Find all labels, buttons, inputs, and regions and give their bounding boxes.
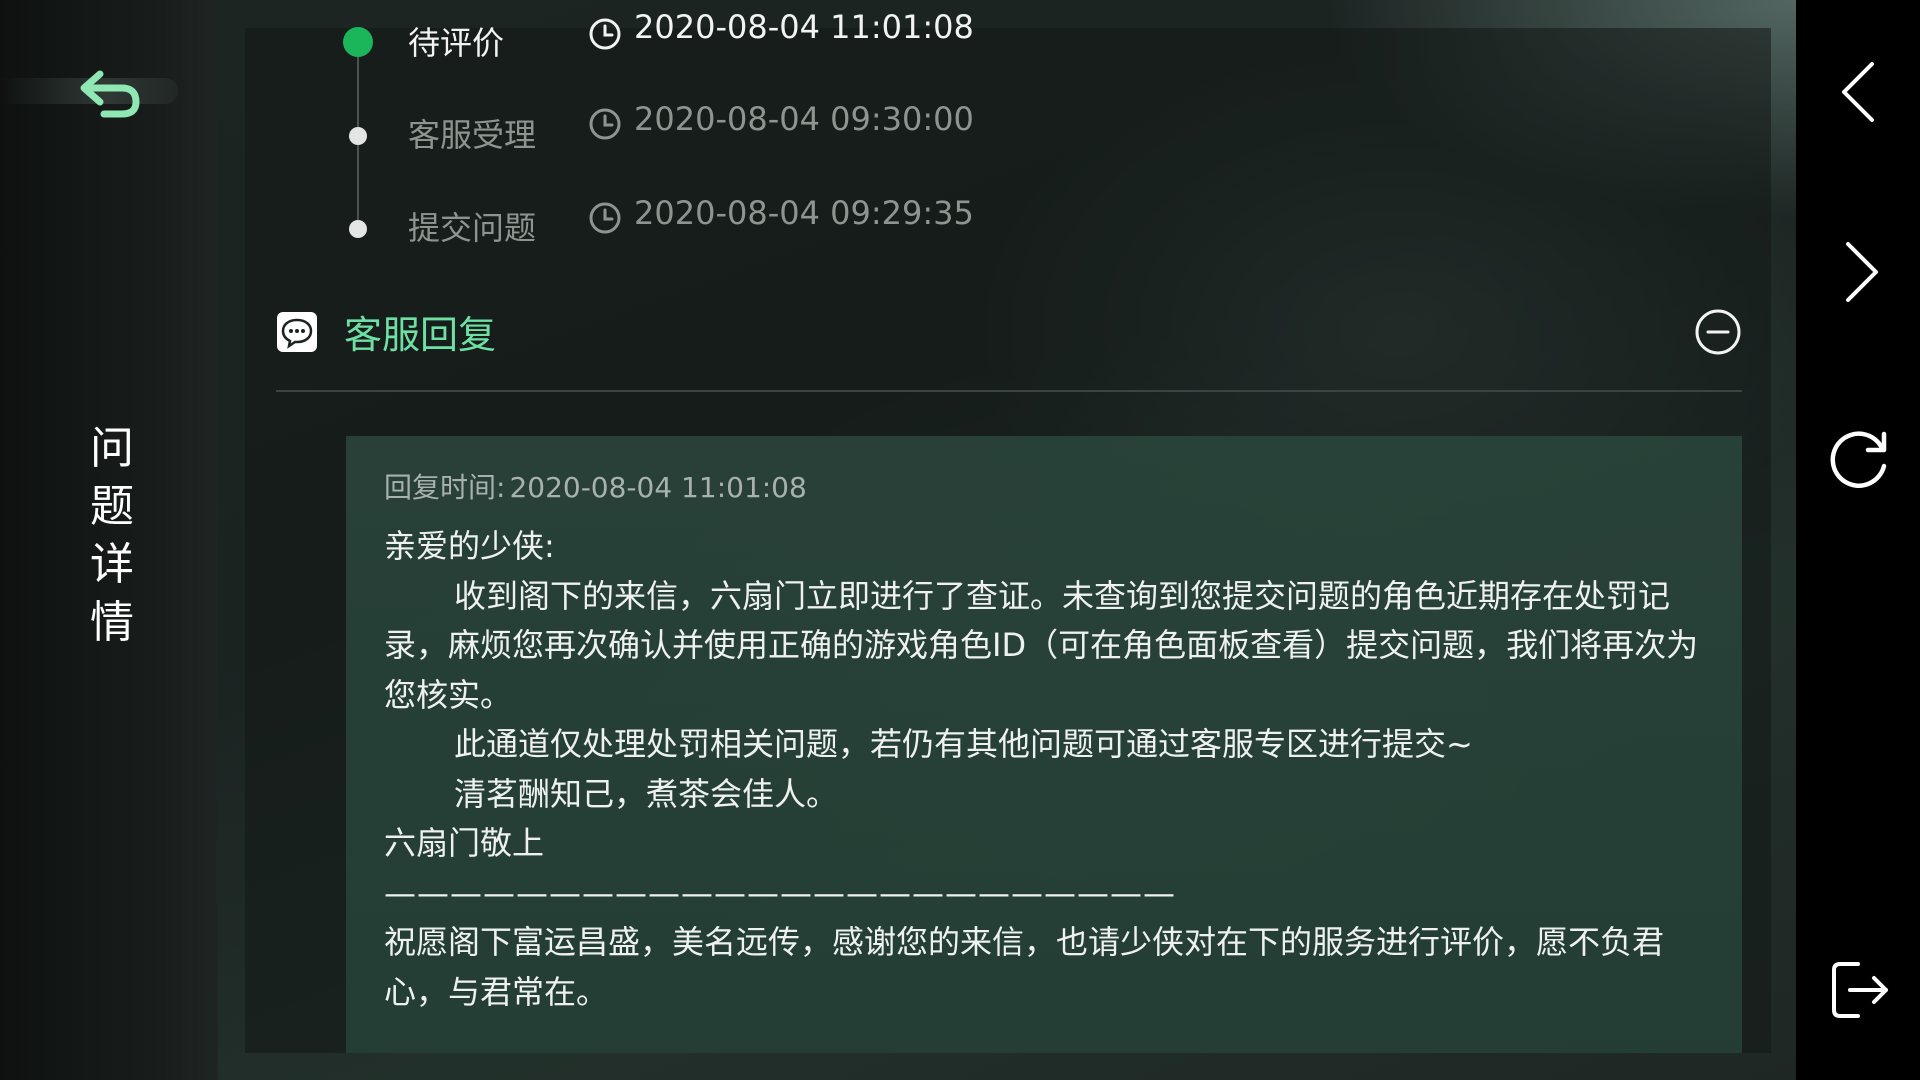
reply-greeting: 亲爱的少侠: <box>384 527 555 565</box>
left-sidebar: 问 题 详 情 <box>0 0 218 1080</box>
reply-closing: 祝愿阁下富运昌盛，美名远传，感谢您的来信，也请少侠对在下的服务进行评价，愿不负君… <box>384 923 1665 1011</box>
exit-icon[interactable] <box>1828 958 1892 1022</box>
timeline-time: 2020-08-04 09:30:00 <box>634 100 974 138</box>
page-title-char: 题 <box>90 481 134 532</box>
chat-bubble-icon <box>277 312 317 352</box>
timeline-label: 客服受理 <box>408 116 537 154</box>
reply-time-label: 回复时间: <box>384 471 506 504</box>
timeline-dot-active <box>343 27 373 57</box>
chevron-right-icon[interactable] <box>1828 240 1892 304</box>
reply-card: 回复时间: 2020-08-04 11:01:08 亲爱的少侠: 收到阁下的来信，… <box>346 436 1742 1053</box>
timeline-time: 2020-08-04 09:29:35 <box>634 194 974 232</box>
page-title: 问 题 详 情 <box>88 420 136 652</box>
timeline-dot <box>349 127 367 145</box>
reply-paragraph: 清茗酬知己，煮茶会佳人。 <box>454 774 839 813</box>
page-title-char: 问 <box>90 423 134 474</box>
timeline-label: 提交问题 <box>408 209 537 247</box>
reply-paragraph: 收到阁下的来信，六扇门立即进行了查证。未查询到您提交问题的角色近期存在处罚记录，… <box>384 576 1699 714</box>
section-title: 客服回复 <box>344 313 497 357</box>
page-title-char: 详 <box>90 539 134 590</box>
timeline-time: 2020-08-04 11:01:08 <box>634 8 974 46</box>
timeline-label: 待评价 <box>408 24 505 62</box>
chevron-left-icon[interactable] <box>1828 60 1892 124</box>
clock-icon <box>589 18 621 50</box>
reply-time: 回复时间: 2020-08-04 11:01:08 <box>384 466 1706 510</box>
reply-signature: 六扇门敬上 <box>384 824 545 862</box>
reply-separator: ———————————————————————— <box>384 873 1176 912</box>
right-control-bar <box>1796 0 1920 1080</box>
clock-icon <box>589 108 621 140</box>
reply-paragraph: 此通道仅处理处罚相关问题，若仍有其他问题可通过客服专区进行提交~ <box>454 725 1473 763</box>
back-arrow-icon[interactable] <box>74 60 146 124</box>
minus-circle-icon[interactable] <box>1694 308 1742 356</box>
reply-time-value: 2020-08-04 11:01:08 <box>509 471 807 504</box>
page-title-char: 情 <box>90 597 134 648</box>
refresh-icon[interactable] <box>1828 426 1892 490</box>
reply-body: 亲爱的少侠: 收到阁下的来信，六扇门立即进行了查证。未查询到您提交问题的角色近期… <box>384 522 1706 1017</box>
timeline-dot <box>349 220 367 238</box>
clock-icon <box>589 202 621 234</box>
section-divider <box>276 390 1742 392</box>
